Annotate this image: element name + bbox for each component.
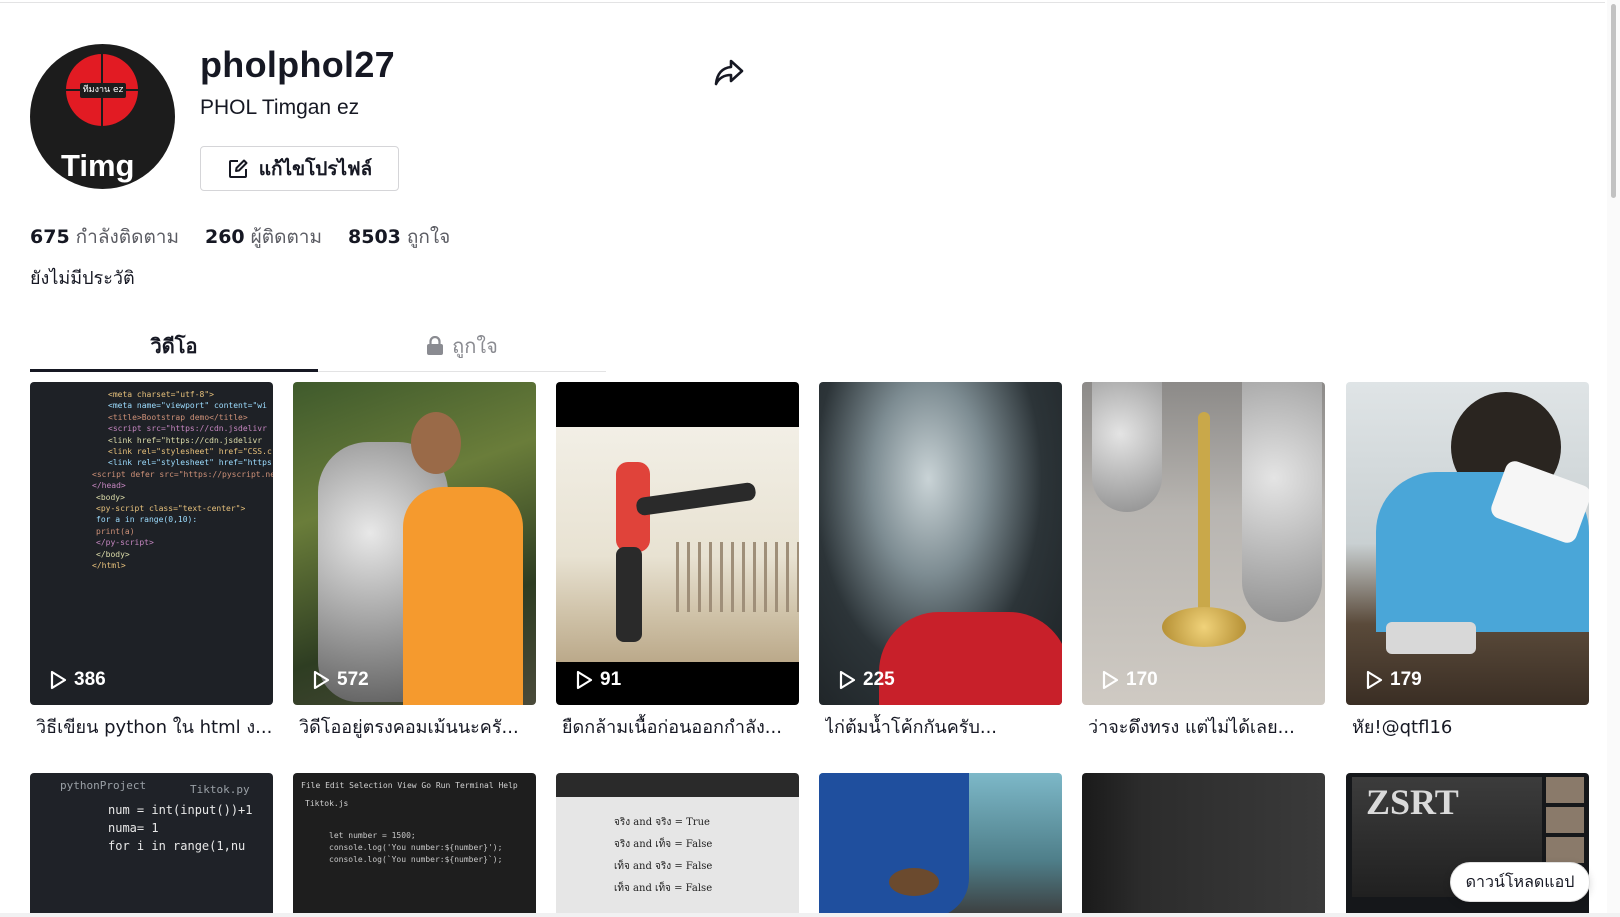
truth-line: เท็จ and เท็จ = False [614,883,713,894]
stat-likes: 8503 ถูกใจ [348,226,451,248]
video-caption[interactable]: ไก่ต้มน้ำโค้กกันครับ... [825,712,1062,741]
code-line: console.log(`You number:${number}`); [329,855,503,864]
trumpet-stem [1198,412,1210,622]
tuba-right [1242,382,1322,622]
stat-following[interactable]: 675 กำลังติดตาม [30,222,179,252]
code-line: <title>Bootstrap demo</title> [108,412,248,422]
video-caption[interactable]: วิดีโออยู่ตรงคอมเม้นนะครั... [299,712,536,741]
play-count: 386 [48,669,106,691]
code-line: <link rel="stylesheet" href="CSS.c [108,447,272,456]
code-line: <link rel="stylesheet" href="https [108,458,272,468]
video-caption[interactable]: ยืดกล้ามเนื้อก่อนออกกำลัง... [562,712,799,741]
play-count: 179 [1364,669,1422,691]
code-line: </head> [92,481,126,491]
poster-text: ZSRT [1366,782,1459,822]
profile-bio: ยังไม่มีประวัติ [30,268,135,289]
video-thumbnail: 170 [1082,382,1325,705]
code-line: let number = 1500; [329,831,416,840]
tab-active-indicator [30,369,318,372]
profile-nickname: PHOL Timgan ez [200,96,360,119]
lock-icon [427,335,444,355]
runner-leg [616,547,642,642]
bottom-edge [0,913,1620,917]
share-icon[interactable] [712,55,746,89]
code-line: </body> [96,549,130,559]
video-thumbnail: File Edit Selection View Go Run Terminal… [293,773,536,917]
video-thumbnail: pythonProject Tiktok.py num = int(input(… [30,773,273,917]
code-line: <script defer src="https://pyscript.ne [92,469,273,479]
tab-liked-label: ถูกใจ [452,333,498,358]
tuba-left [1092,382,1162,512]
file-tab: Tiktok.py [190,783,250,796]
code-line: numa= 1 [108,821,159,835]
play-count: 572 [311,669,369,691]
play-icon [313,670,330,690]
video-caption[interactable]: หัย!@qtfl16 [1352,712,1589,741]
play-icon [1366,670,1383,690]
project-name: pythonProject [60,779,147,792]
edit-icon [228,159,248,178]
code-line: for a in range(0,10): [96,515,198,525]
play-icon [50,670,67,690]
play-count: 170 [1100,669,1158,691]
profile-username: pholphol27 [200,44,395,85]
video-thumbnail: 225 [819,382,1062,705]
person-blue-shirt [819,773,969,917]
video-thumbnail: <meta charset="utf-8"> <meta name="viewpo… [30,382,273,705]
code-line: for i in range(1,nu [108,839,246,853]
tab-liked[interactable]: ถูกใจ [318,320,606,371]
menu-bar: File Edit Selection View Go Run Terminal… [301,781,518,790]
play-icon [576,670,593,690]
person-head [411,412,461,474]
video-thumbnail [819,773,1062,917]
code-line: console.log('You number:${number}'); [329,843,503,852]
video-thumbnail: จริง and จริง = True จริง and เท็จ = Fal… [556,773,799,917]
scrollbar-thumb[interactable] [1611,4,1616,198]
file-tab: Tiktok.js [305,799,349,808]
tab-videos-label: วิดีโอ [150,333,198,358]
video-thumbnail: 572 [293,382,536,705]
code-line: </py-script> [96,538,154,548]
play-icon [1102,670,1119,690]
avatar-text: L Timg [34,148,135,183]
play-count: 91 [574,669,621,691]
code-line: <body> [96,492,125,502]
download-app-button[interactable]: ดาวน์โหลดแอป [1450,862,1590,902]
play-icon [839,670,856,690]
code-line: </html> [92,561,126,570]
video-caption[interactable]: ว่าจะดึงทรง แต่ไม่ได้เลย... [1088,712,1325,741]
video-caption[interactable]: วิธีเขียน python ใน html ง... [36,712,273,741]
code-line: <py-script class="text-center"> [96,504,246,513]
avatar-badge: ทีมงาน ez [80,83,126,98]
code-line: <meta charset="utf-8"> [108,390,214,399]
code-line: print(a) [96,526,135,536]
profile-stats: 675 กำลังติดตาม 260 ผู้ติดตาม 8503 ถูกใจ [30,222,450,252]
truth-line: จริง and จริง = True [614,817,710,828]
code-line: <script src="https://cdn.jsdelivr [108,424,267,434]
avatar[interactable]: ทีมงาน ez L Timg [30,44,175,189]
truth-line: เท็จ and จริง = False [614,861,713,872]
play-count: 225 [837,669,895,691]
video-thumbnail: 179 [1346,382,1589,705]
video-thumbnail [1082,773,1325,917]
trumpet-bell [1162,607,1246,647]
truth-line: จริง and เท็จ = False [614,839,713,850]
video-thumbnail: 91 [556,382,799,705]
profile-tabs: วิดีโอ ถูกใจ [30,320,606,372]
tab-videos[interactable]: วิดีโอ [30,320,318,371]
top-divider [0,2,1605,3]
edit-profile-button[interactable]: แก้ไขโปรไฟล์ [200,146,399,191]
scrollbar[interactable] [1607,0,1620,917]
code-line: <link href="https://cdn.jsdelivr [108,435,263,445]
edit-profile-label: แก้ไขโปรไฟล์ [258,157,373,180]
code-line: num = int(input())+1 [108,803,253,817]
stool [889,868,939,896]
cola-label [879,612,1062,705]
person-shirt [403,487,523,705]
stat-followers[interactable]: 260 ผู้ติดตาม [205,222,322,252]
railing [676,542,799,612]
code-line: <meta name="viewport" content="wi [108,401,267,411]
phone [1386,622,1476,654]
